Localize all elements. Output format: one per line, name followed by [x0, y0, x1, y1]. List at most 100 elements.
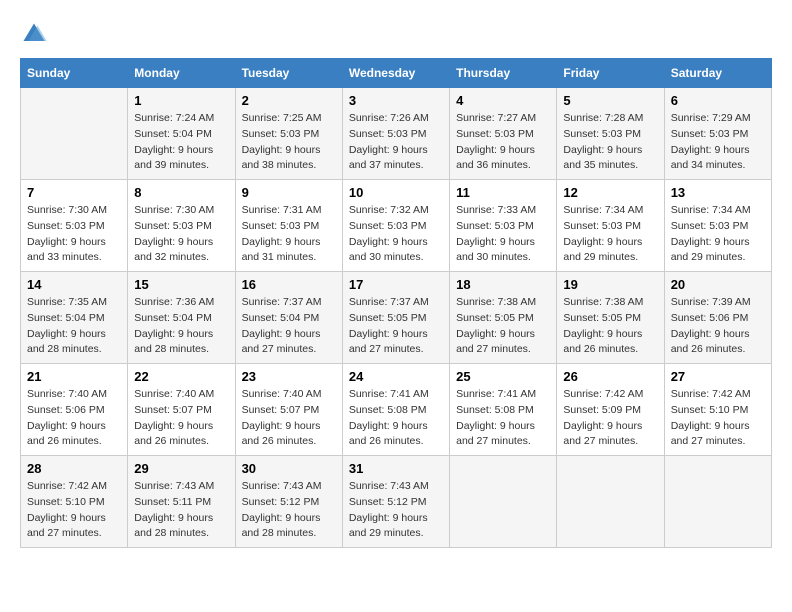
sunset-text: Sunset: 5:03 PM [134, 220, 212, 232]
calendar-cell: 14Sunrise: 7:35 AMSunset: 5:04 PMDayligh… [21, 272, 128, 364]
daylight-text: Daylight: 9 hours and 36 minutes. [456, 144, 535, 172]
daylight-text: Daylight: 9 hours and 29 minutes. [563, 236, 642, 264]
sunset-text: Sunset: 5:06 PM [27, 404, 105, 416]
day-number: 2 [242, 93, 336, 108]
day-info: Sunrise: 7:35 AMSunset: 5:04 PMDaylight:… [27, 295, 121, 358]
sunrise-text: Sunrise: 7:40 AM [242, 388, 322, 400]
sunset-text: Sunset: 5:07 PM [134, 404, 212, 416]
calendar-cell: 8Sunrise: 7:30 AMSunset: 5:03 PMDaylight… [128, 180, 235, 272]
day-info: Sunrise: 7:41 AMSunset: 5:08 PMDaylight:… [456, 387, 550, 450]
day-number: 5 [563, 93, 657, 108]
day-number: 13 [671, 185, 765, 200]
sunset-text: Sunset: 5:05 PM [456, 312, 534, 324]
sunrise-text: Sunrise: 7:30 AM [27, 204, 107, 216]
day-info: Sunrise: 7:26 AM Sunset: 5:03 PM Daylight:… [349, 111, 443, 174]
sunset-text: Sunset: 5:05 PM [349, 312, 427, 324]
sunrise-text: Sunrise: 7:42 AM [27, 480, 107, 492]
daylight-text: Daylight: 9 hours and 37 minutes. [349, 144, 428, 172]
sunset-text: Sunset: 5:03 PM [242, 220, 320, 232]
day-info: Sunrise: 7:43 AMSunset: 5:12 PMDaylight:… [349, 479, 443, 542]
sunrise-text: Sunrise: 7:29 AM [671, 112, 751, 124]
calendar-cell: 21Sunrise: 7:40 AMSunset: 5:06 PMDayligh… [21, 364, 128, 456]
daylight-text: Daylight: 9 hours and 26 minutes. [671, 328, 750, 356]
daylight-text: Daylight: 9 hours and 34 minutes. [671, 144, 750, 172]
daylight-text: Daylight: 9 hours and 27 minutes. [671, 420, 750, 448]
sunrise-text: Sunrise: 7:37 AM [349, 296, 429, 308]
sunset-text: Sunset: 5:03 PM [349, 128, 427, 140]
header-friday: Friday [557, 59, 664, 88]
sunrise-text: Sunrise: 7:32 AM [349, 204, 429, 216]
sunset-text: Sunset: 5:03 PM [27, 220, 105, 232]
sunrise-text: Sunrise: 7:40 AM [27, 388, 107, 400]
calendar-cell: 29Sunrise: 7:43 AMSunset: 5:11 PMDayligh… [128, 456, 235, 548]
daylight-text: Daylight: 9 hours and 28 minutes. [27, 328, 106, 356]
day-number: 8 [134, 185, 228, 200]
calendar-table: SundayMondayTuesdayWednesdayThursdayFrid… [20, 58, 772, 548]
sunrise-text: Sunrise: 7:27 AM [456, 112, 536, 124]
sunset-text: Sunset: 5:03 PM [671, 128, 749, 140]
sunset-text: Sunset: 5:12 PM [242, 496, 320, 508]
calendar-cell: 19 Sunrise: 7:38 AMSunset: 5:05 PMDayligh… [557, 272, 664, 364]
sunset-text: Sunset: 5:10 PM [671, 404, 749, 416]
day-info: Sunrise: 7:38 AMSunset: 5:05 PMDaylight:… [563, 295, 657, 358]
sunrise-text: Sunrise: 7:36 AM [134, 296, 214, 308]
sunset-text: Sunset: 5:04 PM [134, 312, 212, 324]
day-info: Sunrise: 7:24 AMSunset: 5:04 PMDaylight:… [134, 111, 228, 174]
day-info: Sunrise: 7:40 AMSunset: 5:07 PMDaylight:… [242, 387, 336, 450]
logo-icon [20, 20, 48, 48]
day-info: Sunrise: 7:36 AM Sunset: 5:04 PM Daylight:… [134, 295, 228, 358]
daylight-text: Daylight: 9 hours and 30 minutes. [456, 236, 535, 264]
calendar-cell: 18 Sunrise: 7:38 AMSunset: 5:05 PMDayligh… [450, 272, 557, 364]
calendar-cell: 7Sunrise: 7:30 AMSunset: 5:03 PMDaylight… [21, 180, 128, 272]
sunrise-text: Sunrise: 7:42 AM [563, 388, 643, 400]
daylight-text: Daylight: 9 hours and 27 minutes. [456, 420, 535, 448]
sunrise-text: Sunrise: 7:34 AM [671, 204, 751, 216]
day-number: 29 [134, 461, 228, 476]
day-number: 27 [671, 369, 765, 384]
calendar-cell: 4Sunrise: 7:27 AMSunset: 5:03 PMDaylight… [450, 88, 557, 180]
sunset-text: Sunset: 5:11 PM [134, 496, 211, 508]
calendar-week-5: 28Sunrise: 7:42 AMSunset: 5:10 PMDayligh… [21, 456, 772, 548]
sunrise-text: Sunrise: 7:26 AM [349, 112, 429, 124]
calendar-week-4: 21Sunrise: 7:40 AMSunset: 5:06 PMDayligh… [21, 364, 772, 456]
sunrise-text: Sunrise: 7:41 AM [349, 388, 429, 400]
day-number: 19 [563, 277, 657, 292]
day-number: 7 [27, 185, 121, 200]
sunset-text: Sunset: 5:09 PM [563, 404, 641, 416]
sunrise-text: Sunrise: 7:43 AM [349, 480, 429, 492]
day-info: Sunrise: 7:38 AMSunset: 5:05 PMDaylight:… [456, 295, 550, 358]
daylight-text: Daylight: 9 hours and 27 minutes. [456, 328, 535, 356]
daylight-text: Daylight: 9 hours and 27 minutes. [563, 420, 642, 448]
day-number: 1 [134, 93, 228, 108]
sunset-text: Sunset: 5:03 PM [671, 220, 749, 232]
daylight-text: Daylight: 9 hours and 28 minutes. [242, 512, 321, 540]
day-info: Sunrise: 7:37 AMSunset: 5:04 PMDaylight:… [242, 295, 336, 358]
sunset-text: Sunset: 5:03 PM [563, 128, 641, 140]
calendar-cell: 28Sunrise: 7:42 AMSunset: 5:10 PMDayligh… [21, 456, 128, 548]
header-saturday: Saturday [664, 59, 771, 88]
day-info: Sunrise: 7:42 AM Sunset: 5:10 PM Daylight:… [671, 387, 765, 450]
calendar-cell: 27 Sunrise: 7:42 AM Sunset: 5:10 PM Dayligh… [664, 364, 771, 456]
sunset-text: Sunset: 5:10 PM [27, 496, 105, 508]
calendar-cell: 24Sunrise: 7:41 AMSunset: 5:08 PMDayligh… [342, 364, 449, 456]
page-header [20, 20, 772, 48]
sunset-text: Sunset: 5:12 PM [349, 496, 427, 508]
day-number: 10 [349, 185, 443, 200]
daylight-text: Daylight: 9 hours and 28 minutes. [134, 328, 213, 356]
calendar-week-1: 1 Sunrise: 7:24 AMSunset: 5:04 PMDaylight… [21, 88, 772, 180]
header-tuesday: Tuesday [235, 59, 342, 88]
sunrise-text: Sunrise: 7:39 AM [671, 296, 751, 308]
calendar-cell: 3 Sunrise: 7:26 AM Sunset: 5:03 PM Daylight… [342, 88, 449, 180]
calendar-cell [664, 456, 771, 548]
day-info: Sunrise: 7:33 AMSunset: 5:03 PMDaylight:… [456, 203, 550, 266]
sunrise-text: Sunrise: 7:42 AM [671, 388, 751, 400]
day-info: Sunrise: 7:32 AMSunset: 5:03 PMDaylight:… [349, 203, 443, 266]
sunrise-text: Sunrise: 7:41 AM [456, 388, 536, 400]
daylight-text: Daylight: 9 hours and 32 minutes. [134, 236, 213, 264]
day-number: 12 [563, 185, 657, 200]
day-number: 31 [349, 461, 443, 476]
day-info: Sunrise: 7:28 AMSunset: 5:03 PMDaylight:… [563, 111, 657, 174]
day-number: 18 [456, 277, 550, 292]
calendar-cell: 17Sunrise: 7:37 AMSunset: 5:05 PMDayligh… [342, 272, 449, 364]
day-number: 3 [349, 93, 443, 108]
